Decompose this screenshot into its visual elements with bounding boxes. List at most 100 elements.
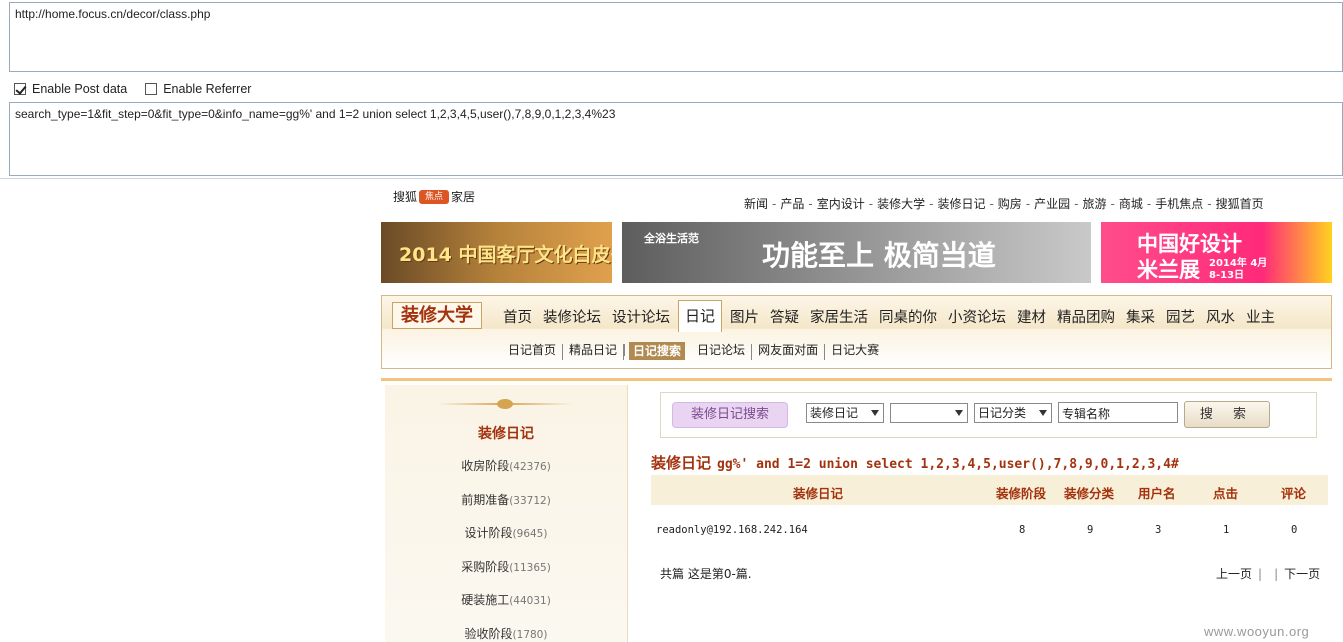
result-table-header: 装修日记 装修阶段 装修分类 用户名 点击 评论 — [651, 475, 1328, 505]
banner-white-paper[interactable]: 2014 中国客厅文化白皮书 — [381, 222, 612, 283]
pagination-sep: | — [1274, 567, 1279, 581]
nav-main-item[interactable]: 风水 — [1203, 306, 1238, 332]
topnav-item[interactable]: 手机焦点 — [1155, 197, 1203, 211]
topnav-item[interactable]: 室内设计 — [817, 197, 865, 211]
col-stage: 装修阶段 — [996, 486, 1047, 501]
sidebar-stage-link[interactable]: 设计阶段(9645) — [385, 524, 627, 541]
channel-navbar: 装修大学 首页 装修论坛 设计论坛 日记 图片 答疑 家居生活 同桌的你 小资论坛 建材 精品团购集… — [381, 295, 1332, 369]
topnav-separator: - — [808, 197, 813, 211]
enable-referrer-option[interactable]: Enable Referrer — [145, 82, 251, 96]
search-stage-select[interactable] — [890, 403, 968, 423]
sidebar-stage-link[interactable]: 采购阶段(11365) — [385, 558, 627, 575]
sidebar-stage-link[interactable]: 验收阶段(1780) — [385, 625, 627, 642]
logo-mark: 焦点 — [419, 189, 450, 204]
album-name-input[interactable]: 专辑名称 — [1058, 402, 1178, 423]
topnav-item[interactable]: 商城 — [1119, 197, 1143, 211]
nav-sub-item[interactable]: 日记论坛 — [691, 344, 753, 360]
hackbar-options: Enable Post data Enable Referrer — [14, 80, 269, 98]
search-type-select[interactable]: 装修日记 — [806, 403, 884, 423]
sidebar-stage-link[interactable]: 硬装施工(44031) — [385, 591, 627, 608]
cell-username: 3 — [1155, 524, 1162, 536]
result-title: 装修日记 gg%' and 1=2 union select 1,2,3,4,5,… — [651, 452, 1179, 473]
pagination: 上一页 | | 下一页 — [1216, 565, 1320, 582]
stage-label: 验收阶段 — [464, 626, 513, 641]
nav-sub-divider — [624, 344, 626, 356]
topnav-item[interactable]: 购房 — [998, 197, 1022, 211]
nav-main-item[interactable]: 建材 — [1014, 306, 1049, 332]
search-category-select[interactable]: 日记分类 — [974, 403, 1052, 423]
nav-main-item[interactable]: 园艺 — [1163, 306, 1198, 332]
nav-sub-item[interactable]: 精品日记 — [563, 344, 625, 360]
banner-milan-date: 2014年 4月8-13日 — [1209, 258, 1268, 281]
topnav-separator: - — [929, 197, 934, 211]
banner-milan-expo[interactable]: 中国好设计 米兰展 2014年 4月8-13日 — [1101, 222, 1332, 283]
banner-bathroom[interactable]: 全浴生活范 功能至上 极简当道 — [622, 222, 1091, 283]
next-page-link[interactable]: 下一页 — [1284, 567, 1320, 581]
topnav-item[interactable]: 新闻 — [744, 197, 768, 211]
topnav-item[interactable]: 产品 — [780, 197, 804, 211]
enable-post-option[interactable]: Enable Post data — [14, 82, 127, 96]
stage-label: 设计阶段 — [464, 526, 513, 540]
nav-main-item[interactable]: 同桌的你 — [876, 306, 940, 332]
topnav-item[interactable]: 装修大学 — [877, 197, 925, 211]
search-category-value: 日记分类 — [978, 406, 1027, 420]
enable-post-label[interactable]: Enable Post data — [32, 82, 127, 96]
post-data-textarea[interactable]: search_type=1&fit_step=0&fit_type=0&info… — [9, 102, 1343, 176]
col-comments: 评论 — [1281, 486, 1307, 501]
cell-clicks: 1 — [1223, 524, 1230, 536]
stage-count: (33712) — [509, 494, 551, 507]
col-category: 装修分类 — [1064, 486, 1115, 501]
nav-main-item[interactable]: 集采 — [1123, 306, 1158, 332]
topnav-item[interactable]: 装修日记 — [937, 197, 985, 211]
enable-referrer-checkbox[interactable] — [145, 83, 158, 95]
nav-main-item[interactable]: 日记 — [678, 300, 723, 332]
col-clicks: 点击 — [1213, 486, 1239, 501]
nav-main-item[interactable]: 答疑 — [767, 306, 802, 332]
nav-sub-item[interactable]: 日记搜索 — [629, 342, 686, 360]
nav-main-item[interactable]: 首页 — [500, 306, 535, 332]
nav-sub-item[interactable]: 日记首页 — [502, 344, 564, 360]
hackbar-divider — [0, 178, 1343, 179]
nav-main-item[interactable]: 精品团购 — [1054, 306, 1118, 332]
site-logo[interactable]: 搜狐 焦点 家居 — [393, 188, 475, 205]
cell-stage: 8 — [1019, 524, 1026, 536]
search-button[interactable]: 搜 索 — [1184, 401, 1270, 428]
stage-label: 收房阶段 — [461, 459, 510, 473]
stage-count: (42376) — [509, 461, 551, 473]
nav-main-item[interactable]: 设计论坛 — [609, 306, 673, 332]
nav-brand[interactable]: 装修大学 — [392, 302, 482, 329]
nav-main-item[interactable]: 图片 — [727, 306, 762, 332]
sidebar-title: 装修日记 — [478, 426, 534, 442]
nav-main-item[interactable]: 家居生活 — [807, 306, 871, 332]
logo-text-sohu: 搜狐 — [393, 190, 418, 204]
stage-label: 采购阶段 — [461, 559, 510, 574]
cell-diary[interactable]: readonly@192.168.242.164 — [656, 524, 808, 536]
nav-main-item[interactable]: 业主 — [1243, 306, 1278, 332]
prev-page-link[interactable]: 上一页 — [1216, 567, 1252, 581]
search-type-value: 装修日记 — [810, 406, 859, 420]
nav-main-item[interactable]: 装修论坛 — [540, 306, 604, 332]
nav-main-item[interactable]: 小资论坛 — [945, 306, 1009, 332]
enable-post-checkbox[interactable] — [14, 83, 26, 95]
url-textarea[interactable]: http://home.focus.cn/decor/class.php — [9, 2, 1343, 72]
chevron-down-icon — [1039, 410, 1047, 416]
nav-sub-item[interactable]: 日记大赛 — [825, 344, 885, 360]
sidebar-stage-link[interactable]: 前期准备(33712) — [385, 491, 627, 508]
chevron-down-icon — [871, 410, 879, 416]
watermark: www.wooyun.org — [1204, 624, 1310, 639]
result-title-main: 装修日记 — [651, 454, 712, 472]
result-query: gg%' and 1=2 union select 1,2,3,4,5,user… — [717, 457, 1179, 472]
topnav-item[interactable]: 产业园 — [1034, 197, 1070, 211]
stage-label: 前期准备 — [461, 492, 510, 507]
enable-referrer-label[interactable]: Enable Referrer — [163, 82, 251, 96]
topnav-item[interactable]: 搜狐首页 — [1216, 197, 1264, 211]
stage-count: (11365) — [509, 561, 551, 574]
topnav-separator: - — [1146, 197, 1152, 211]
topnav-item[interactable]: 旅游 — [1083, 197, 1107, 211]
col-diary: 装修日记 — [793, 486, 844, 501]
nav-main: 首页 装修论坛 设计论坛 日记 图片 答疑 家居生活 同桌的你 小资论坛 建材 精品团购 集采 园艺 风水… — [500, 300, 1283, 332]
diary-search-box: 装修日记搜索 装修日记 日记分类 专辑名称 搜 索 — [660, 392, 1317, 438]
sidebar-stage-link[interactable]: 收房阶段(42376) — [385, 457, 627, 474]
cell-category: 9 — [1087, 524, 1094, 536]
nav-sub-item[interactable]: 网友面对面 — [752, 344, 826, 360]
